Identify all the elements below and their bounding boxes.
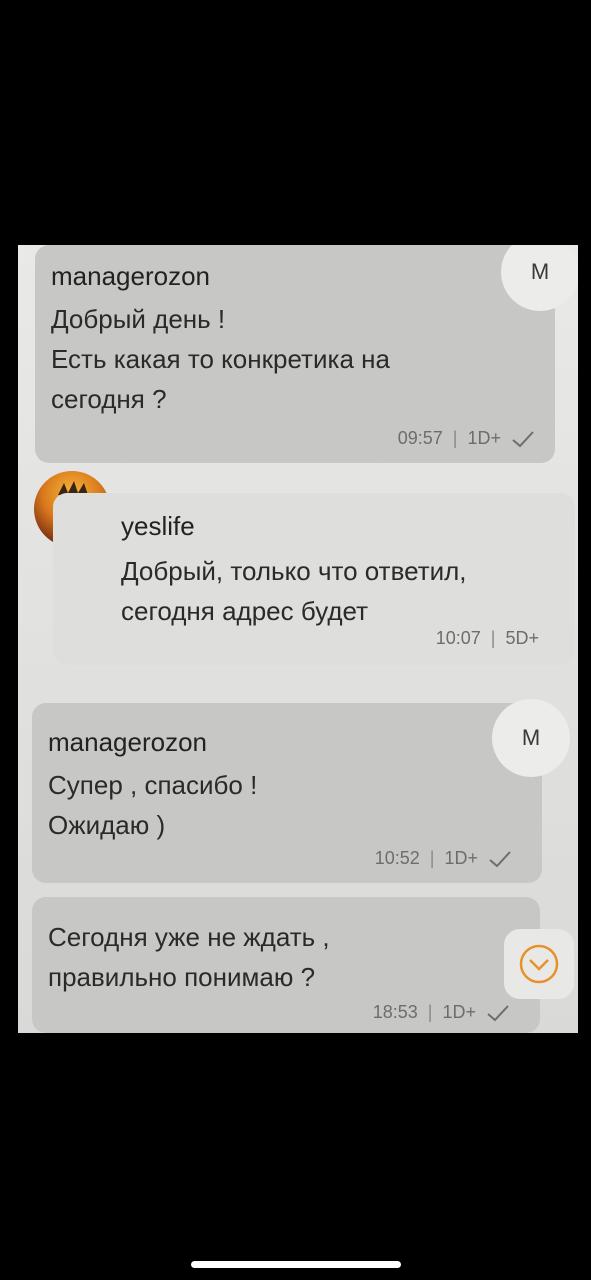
message-status: 1D+ [442,1002,476,1022]
message-status: 5D+ [505,628,539,648]
message-text: Сегодня уже не ждать , правильно понимаю… [48,922,330,992]
message-bubble[interactable]: managerozon Супер , спасибо ! Ожидаю ) 1… [32,703,542,883]
message-bubble[interactable]: yeslife Добрый, только что ответил, сего… [53,493,575,665]
message-meta: 10:07 | 5D+ [436,628,539,649]
sender-name: yeslife [121,511,195,541]
check-icon [487,1004,509,1021]
sender-name: managerozon [51,261,210,291]
message-text: Супер , спасибо ! Ожидаю ) [48,770,258,840]
meta-separator: | [429,848,435,868]
message-time: 18:53 [372,1002,418,1022]
home-indicator[interactable] [191,1261,401,1268]
message-text: Добрый день ! Есть какая то конкретика н… [51,304,390,414]
message-bubble[interactable]: managerozon Добрый день ! Есть какая то … [35,245,555,463]
message-meta: 10:52 | 1D+ [375,848,512,869]
message-status: 1D+ [444,848,478,868]
scroll-down-button[interactable] [504,929,574,999]
avatar[interactable]: M [492,699,570,777]
message-meta: 09:57 | 1D+ [398,428,535,449]
sender-name: managerozon [48,727,207,757]
message-status: 1D+ [467,428,501,448]
message-time: 09:57 [397,428,443,448]
message-text: Добрый, только что ответил, сегодня адре… [121,556,467,626]
chevron-down-icon [519,944,559,984]
message-time: 10:07 [435,628,481,648]
check-icon [512,430,534,447]
meta-separator: | [490,628,496,648]
message-time: 10:52 [374,848,420,868]
message-meta: 18:53 | 1D+ [373,1002,510,1023]
meta-separator: | [452,428,458,448]
chat-screenshot: managerozon Добрый день ! Есть какая то … [18,245,578,1033]
check-icon [489,850,511,867]
meta-separator: | [427,1002,433,1022]
message-bubble[interactable]: Сегодня уже не ждать , правильно понимаю… [32,897,540,1033]
